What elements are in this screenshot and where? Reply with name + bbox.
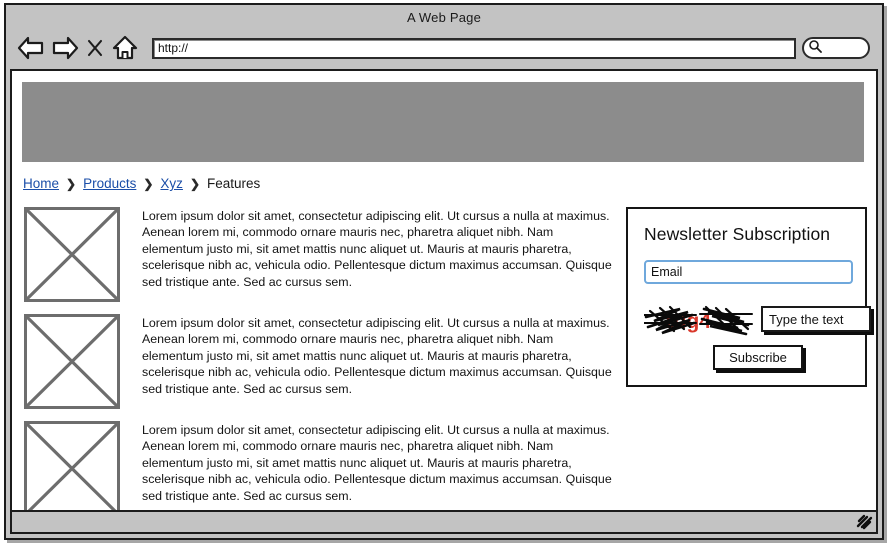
newsletter-panel: Newsletter Subscription Email 1dg4 Type … [626, 207, 871, 387]
breadcrumb-separator-icon: ❯ [143, 176, 154, 191]
browser-window: A Web Page http:// Home ❯ Products ❯ Xyz… [4, 3, 884, 540]
article-body: Lorem ipsum dolor sit amet, consectetur … [142, 209, 612, 289]
image-cross-icon [27, 424, 117, 510]
image-cross-icon [27, 317, 117, 406]
title-bar: A Web Page [6, 5, 882, 29]
email-field-value: Email [651, 265, 683, 279]
back-button[interactable] [14, 32, 48, 64]
url-input[interactable]: http:// [152, 37, 796, 59]
subscribe-button-label: Subscribe [729, 350, 787, 365]
forward-arrow-icon [50, 35, 80, 61]
article-body: Lorem ipsum dolor sit amet, consectetur … [142, 423, 612, 503]
status-bar [10, 510, 878, 534]
captcha-image: 1dg4 [644, 303, 754, 337]
subscribe-button[interactable]: Subscribe [713, 345, 803, 370]
home-icon [111, 34, 139, 62]
home-button[interactable] [108, 32, 142, 64]
page-viewport: Home ❯ Products ❯ Xyz ❯ Features Lorem i… [10, 69, 878, 512]
breadcrumb-separator-icon: ❯ [189, 176, 200, 191]
browser-toolbar: http:// [6, 29, 882, 67]
breadcrumb-item-home[interactable]: Home [23, 176, 59, 191]
window-title: A Web Page [406, 9, 482, 25]
breadcrumb-item-products[interactable]: Products [83, 176, 136, 191]
image-placeholder [24, 314, 120, 409]
browser-mockup: A Web Page http:// Home ❯ Products ❯ Xyz… [0, 0, 891, 546]
article-body: Lorem ipsum dolor sit amet, consectetur … [142, 316, 612, 396]
list-item: Lorem ipsum dolor sit amet, consectetur … [24, 421, 616, 510]
breadcrumb: Home ❯ Products ❯ Xyz ❯ Features [23, 176, 260, 191]
article-list: Lorem ipsum dolor sit amet, consectetur … [24, 207, 616, 510]
email-field[interactable]: Email [644, 260, 853, 284]
resize-grip-icon[interactable] [855, 514, 873, 530]
breadcrumb-separator-icon: ❯ [66, 176, 77, 191]
stop-button[interactable] [82, 32, 108, 64]
back-arrow-icon [16, 35, 46, 61]
list-item: Lorem ipsum dolor sit amet, consectetur … [24, 314, 616, 411]
newsletter-title: Newsletter Subscription [644, 224, 831, 244]
image-placeholder [24, 421, 120, 510]
image-cross-icon [27, 210, 117, 299]
breadcrumb-item-features: Features [207, 176, 261, 191]
captcha-input[interactable]: Type the text [761, 306, 871, 332]
magnifier-icon [808, 39, 822, 58]
url-text: http:// [158, 41, 189, 55]
hero-banner-placeholder [22, 82, 864, 162]
breadcrumb-item-xyz[interactable]: Xyz [160, 176, 183, 191]
forward-button[interactable] [48, 32, 82, 64]
image-placeholder [24, 207, 120, 302]
list-item: Lorem ipsum dolor sit amet, consectetur … [24, 207, 616, 304]
search-input[interactable] [802, 37, 870, 59]
stop-x-icon [86, 38, 104, 58]
captcha-input-value: Type the text [769, 311, 844, 327]
